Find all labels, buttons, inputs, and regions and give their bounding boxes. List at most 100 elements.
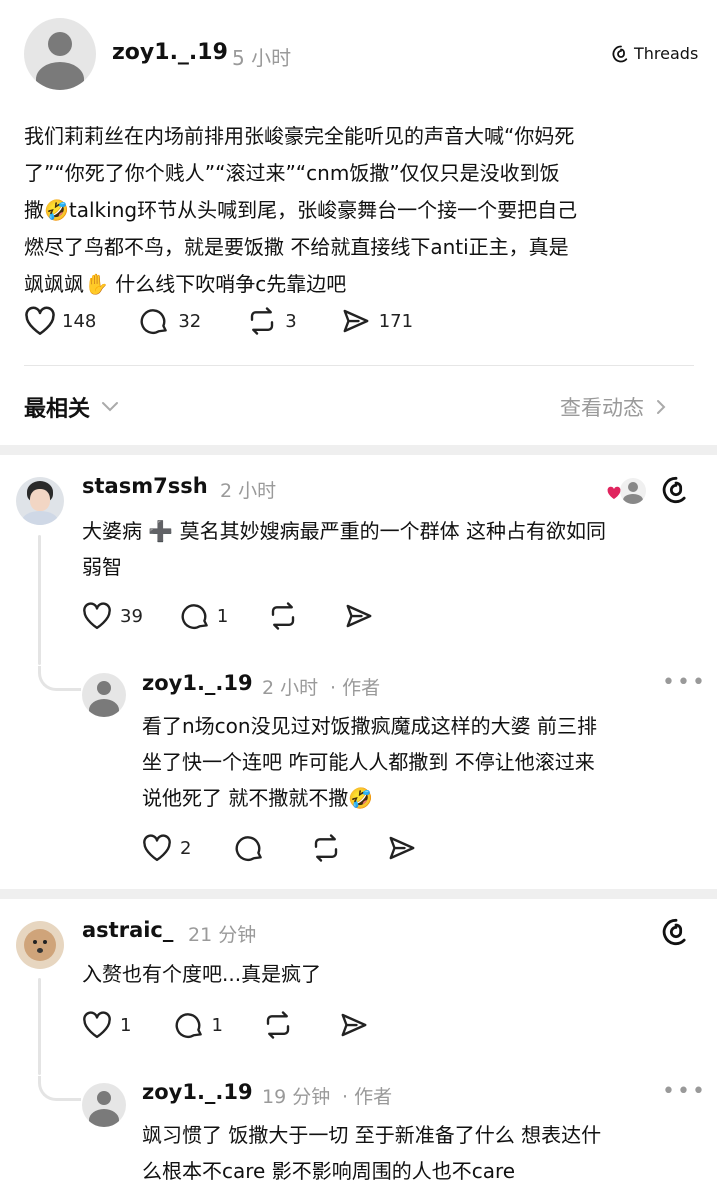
sub-reply-body: 飒习惯了 饭撒大于一切 至于新准备了什么 想表达什 么根本不care 影不影响周… [142, 1117, 702, 1189]
repost-icon [251, 307, 274, 335]
threads-logo-icon [612, 45, 628, 62]
comment-button[interactable] [235, 833, 265, 863]
heart-icon [143, 834, 171, 862]
view-activity-link[interactable]: 查看动态 [560, 392, 668, 422]
post-body: 我们莉莉丝在内场前排用张峻豪完全能听见的声音大喊“你妈死 了”“你死了你个贱人”… [24, 118, 704, 303]
sub-reply-time: 19 分钟 [262, 1086, 331, 1108]
sub-reply-line-1: 飒习惯了 饭撒大于一切 至于新准备了什么 想表达什 [142, 1123, 602, 1147]
heart-icon [25, 306, 55, 335]
sub-reply-avatar[interactable] [82, 673, 126, 717]
repost-icon [266, 1011, 290, 1039]
like-button[interactable]: 39 [82, 602, 143, 630]
chevron-right-icon [657, 400, 666, 414]
threads-logo-icon[interactable] [662, 918, 690, 946]
reply-avatar[interactable] [16, 477, 64, 525]
post-separator [24, 365, 694, 366]
reply-time: 2 小时 [220, 480, 277, 502]
like-count: 148 [62, 310, 97, 332]
reply-username[interactable]: astraic_ [82, 918, 173, 942]
thread-connector [38, 1076, 81, 1101]
thread-line [38, 978, 41, 1075]
comment-icon [176, 1013, 203, 1039]
reply-body: 入赘也有个度吧...真是疯了 [82, 956, 702, 992]
threads-logo-icon[interactable] [662, 476, 690, 504]
comment-icon [140, 309, 168, 335]
comment-icon [181, 604, 208, 630]
share-icon [343, 309, 369, 333]
reply-avatar[interactable] [16, 921, 64, 969]
view-activity-label: 查看动态 [560, 396, 644, 420]
sort-dropdown[interactable]: 最相关 [24, 391, 120, 423]
more-options-icon[interactable]: ••• [662, 670, 707, 695]
like-button[interactable]: 2 [142, 834, 191, 862]
section-divider [0, 445, 717, 455]
like-count: 2 [180, 837, 192, 859]
share-icon [346, 604, 372, 628]
post-username[interactable]: zoy1._.19 [112, 40, 228, 65]
threads-brand[interactable]: Threads [612, 44, 698, 63]
share-button[interactable] [344, 601, 374, 631]
comment-icon [236, 836, 263, 862]
post-avatar[interactable] [24, 18, 96, 90]
threads-brand-label: Threads [634, 44, 699, 63]
post-line-2: 了”“你死了你个贱人”“滚过来”“cnm饭撒”仅仅只是没收到饭 [24, 161, 560, 185]
repost-icon [315, 834, 338, 862]
heart-icon [607, 486, 621, 500]
reply-time: 21 分钟 [188, 924, 257, 946]
comment-count: 32 [178, 310, 202, 332]
sub-reply-line-3: 说他死了 就不撒就不撒🤣 [142, 786, 374, 810]
sub-reply-username[interactable]: zoy1._.19 [142, 671, 253, 695]
sub-reply-line-1: 看了n场con没见过对饭撒疯魔成这样的大婆 前三排 [142, 714, 597, 738]
reply-line-1: 入赘也有个度吧...真是疯了 [82, 962, 322, 986]
reply-body: 大婆病 ➕ 莫名其妙嫂病最严重的一个群体 这种占有欲如同 弱智 [82, 513, 702, 585]
share-button[interactable]: 171 [341, 306, 413, 336]
repost-button[interactable] [311, 833, 341, 863]
sub-reply-actions: 2 [142, 833, 417, 863]
share-icon [341, 1013, 367, 1037]
repost-button[interactable] [263, 1010, 293, 1040]
repost-button[interactable] [268, 601, 298, 631]
reply-line-1: 大婆病 ➕ 莫名其妙嫂病最严重的一个群体 这种占有欲如同 [82, 519, 606, 543]
post-line-3: 撒🤣talking环节从头喊到尾，张峻豪舞台一个接一个要把自己 [24, 198, 578, 222]
repost-button[interactable]: 3 [247, 306, 297, 336]
post-line-5: 飒飒飒✋ 什么线下吹哨争c先靠边吧 [24, 272, 347, 296]
share-button[interactable] [339, 1010, 369, 1040]
reply-actions: 39 1 [82, 601, 374, 631]
chevron-down-icon [102, 402, 119, 412]
reply-username[interactable]: stasm7ssh [82, 474, 208, 498]
post-actions: 148 32 3 171 [24, 306, 413, 336]
like-button[interactable]: 148 [24, 306, 96, 336]
reply-line-2: 弱智 [82, 555, 122, 579]
comment-button[interactable]: 1 [175, 1010, 223, 1040]
like-count: 1 [120, 1014, 132, 1036]
thread-line [38, 535, 41, 665]
like-count: 39 [120, 605, 143, 627]
liked-by-author-badge [604, 474, 648, 506]
more-options-icon[interactable]: ••• [662, 1079, 707, 1104]
sub-reply-time: 2 小时 [262, 677, 319, 699]
sub-reply-avatar[interactable] [82, 1083, 126, 1127]
share-icon [390, 836, 415, 860]
like-button[interactable]: 1 [82, 1011, 131, 1039]
comment-button[interactable]: 32 [140, 306, 201, 336]
thread-connector [38, 666, 81, 691]
sub-reply-line-2: 么根本不care 影不影响周围的人也不care [142, 1159, 516, 1183]
post-time: 5 小时 [232, 46, 292, 70]
share-button[interactable] [387, 833, 417, 863]
heart-icon [83, 1011, 111, 1039]
author-tag: · 作者 [342, 1086, 393, 1108]
sub-reply-body: 看了n场con没见过对饭撒疯魔成这样的大婆 前三排 坐了快一个连吧 咋可能人人都… [142, 708, 702, 816]
repost-icon [272, 602, 295, 630]
share-count: 171 [378, 310, 414, 332]
comment-count: 1 [211, 1014, 223, 1036]
repost-count: 3 [285, 310, 297, 332]
section-divider [0, 889, 717, 899]
heart-icon [83, 602, 111, 630]
sub-reply-line-2: 坐了快一个连吧 咋可能人人都撒到 不停让他滚过来 [142, 750, 595, 774]
comment-count: 1 [216, 605, 229, 627]
author-tag: · 作者 [330, 677, 381, 699]
sub-reply-username[interactable]: zoy1._.19 [142, 1080, 253, 1104]
post-line-1: 我们莉莉丝在内场前排用张峻豪完全能听见的声音大喊“你妈死 [24, 124, 575, 148]
comment-button[interactable]: 1 [181, 601, 228, 631]
reply-actions: 1 1 [82, 1010, 369, 1040]
